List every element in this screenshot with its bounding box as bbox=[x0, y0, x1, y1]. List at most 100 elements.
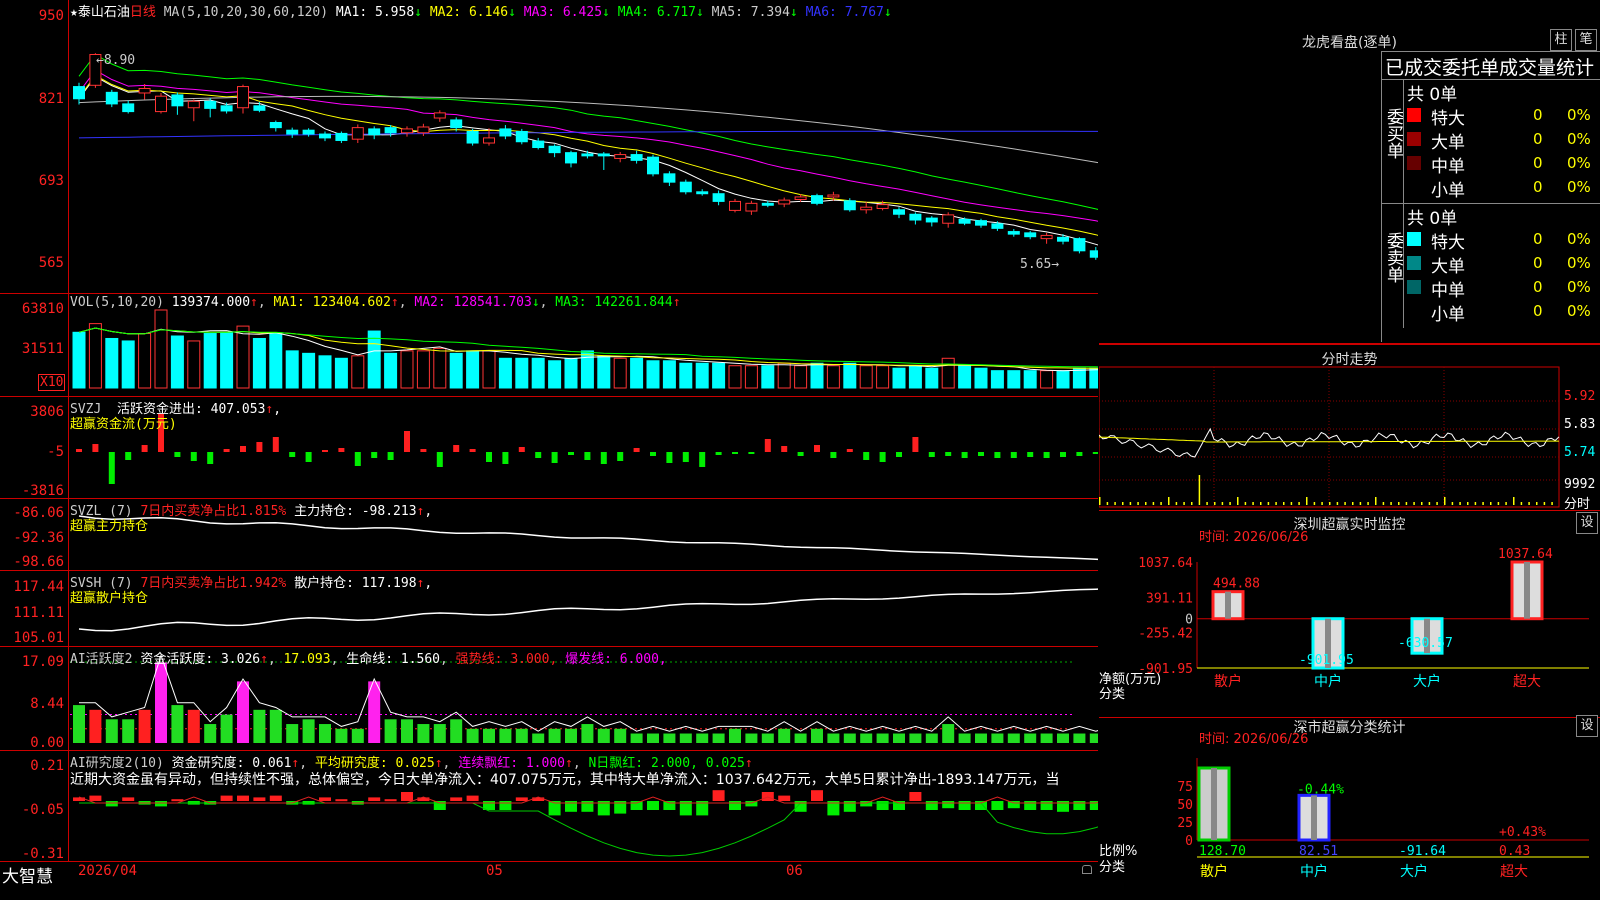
intraday-volume-bar bbox=[1520, 502, 1523, 505]
sz-monitor-panel[interactable]: 深圳超赢实时监控 设 时间: 2026/06/26 1037.64 391.11 0… bbox=[1099, 510, 1600, 718]
lhkp-panel[interactable]: 龙虎看盘(逐单) 柱 笔 已成交委托单成交量统计 委买单 共 0单 特大 0 0% 大… bbox=[1099, 0, 1600, 344]
volume-bar bbox=[613, 357, 627, 389]
intraday-volume-bar bbox=[1198, 475, 1201, 505]
research-bar bbox=[220, 795, 233, 801]
fund-flow-bar bbox=[289, 452, 296, 457]
candle bbox=[433, 112, 446, 119]
kline-pane[interactable]: 950 821 693 565 ★泰山石油日线 MA(5,10,20,30,60… bbox=[0, 0, 1098, 294]
kline-header: ★泰山石油日线 MA(5,10,20,30,60,120) MA1: 5.958… bbox=[70, 1, 892, 20]
fund-flow-bar bbox=[125, 452, 132, 460]
ma5-arrow: ↓ bbox=[789, 5, 806, 20]
volume-bar bbox=[482, 350, 496, 389]
volume-bar bbox=[1089, 367, 1098, 389]
activity-bar bbox=[548, 728, 561, 743]
candle bbox=[204, 100, 217, 109]
volume-bar bbox=[416, 350, 430, 389]
intraday-panel[interactable]: 分时走势 5.92 5.83 5.74 9992 分时 bbox=[1099, 344, 1600, 512]
intraday-volume-bar bbox=[1444, 497, 1446, 505]
ai-research-comment: 近期大资金虽有异动，但持续性不强，总体偏空，今日大单净流入：407.075万元，… bbox=[70, 772, 1060, 788]
activity-bar bbox=[138, 709, 151, 743]
sz-class-chart: 75 50 25 0 -0.44% +0.43% 128.70 散户 82.51 中户 -91.64… bbox=[1177, 758, 1589, 880]
svzj-pane[interactable]: 3806 -5 -3816 SVZJ 活跃资金进出: 407.053↑, 超赢资… bbox=[0, 397, 1098, 499]
ma6-line bbox=[78, 130, 1098, 139]
activity-bar bbox=[696, 733, 709, 743]
intraday-volume-bar bbox=[1344, 502, 1346, 505]
fund-flow-bar bbox=[633, 448, 640, 452]
date-jun: 06 bbox=[786, 863, 803, 879]
buy-total: 共 0单 bbox=[1407, 85, 1458, 105]
research-bar bbox=[909, 792, 922, 801]
fund-flow-bar bbox=[551, 452, 558, 463]
candle bbox=[351, 127, 364, 140]
buy-row-swatch bbox=[1407, 132, 1421, 146]
activity-bar bbox=[925, 733, 938, 743]
candle bbox=[811, 195, 823, 204]
candle bbox=[1007, 231, 1020, 235]
intraday-volume-bar bbox=[1306, 497, 1308, 505]
research-bar bbox=[876, 801, 889, 810]
y-tick: 75 bbox=[1177, 780, 1193, 795]
intraday-volume-bar bbox=[1145, 502, 1147, 505]
fund-flow-bar bbox=[1076, 452, 1083, 456]
candle bbox=[237, 86, 249, 109]
intraday-volume-bar bbox=[1359, 502, 1362, 505]
activity-bar bbox=[1040, 733, 1053, 743]
tick-view-button[interactable]: 笔 bbox=[1575, 29, 1597, 51]
volume-pane[interactable]: 63810 31511 X10 VOL(5,10,20) 139374.000↑… bbox=[0, 294, 1098, 397]
intraday-volume-bar bbox=[1543, 502, 1546, 505]
buy-row-count: 0 bbox=[1533, 178, 1543, 196]
intraday-volume-bar bbox=[1428, 502, 1431, 505]
ai-research-pane[interactable]: 0.21 -0.05 -0.31 AI研究度2(10) 资金研究度: 0.061… bbox=[0, 751, 1098, 862]
research-bar bbox=[991, 801, 1004, 810]
sell-row-swatch bbox=[1407, 280, 1421, 294]
column-view-button[interactable]: 柱 bbox=[1550, 29, 1572, 51]
activity-bar bbox=[942, 724, 955, 743]
research-bar bbox=[1007, 801, 1020, 809]
intraday-volume-bar bbox=[1260, 502, 1262, 505]
volume-bar bbox=[351, 355, 365, 389]
fund-flow-bar bbox=[354, 452, 361, 466]
category-label: 超大 bbox=[1513, 674, 1541, 690]
intraday-volume-bar bbox=[1114, 502, 1116, 505]
activity-bar bbox=[975, 733, 987, 743]
sell-total: 共 0单 bbox=[1407, 209, 1458, 229]
category-label: 超大 bbox=[1500, 864, 1528, 880]
period-label[interactable]: 日线 bbox=[130, 5, 156, 20]
activity-bar bbox=[1007, 733, 1020, 743]
research-bar bbox=[729, 801, 741, 810]
volume-bar bbox=[990, 370, 1004, 389]
date-apr: 2026/04 bbox=[78, 863, 138, 879]
volume-bar bbox=[367, 330, 381, 389]
research-bar bbox=[778, 795, 791, 801]
research-bar bbox=[319, 797, 331, 801]
buy-row-percent: 0% bbox=[1567, 154, 1591, 172]
volume-bar bbox=[1072, 367, 1086, 389]
candle bbox=[581, 153, 594, 157]
research-bar bbox=[335, 799, 348, 802]
lock-icon[interactable] bbox=[1082, 865, 1092, 874]
sz-monitor-xlabel: 分类 bbox=[1099, 687, 1126, 702]
ai-activity-pane[interactable]: 17.09 8.44 0.00 AI活跃度2 资金活跃度: 3.026↑, 17… bbox=[0, 647, 1098, 751]
svsh-pane[interactable]: 117.44 111.11 105.01 SVSH (7) 7日内买卖净占比1.… bbox=[0, 571, 1098, 647]
candle bbox=[187, 100, 200, 109]
volume-bar bbox=[941, 357, 955, 389]
high-price-label: ←8.90 bbox=[96, 53, 136, 68]
value-label: -91.64 bbox=[1399, 844, 1446, 859]
candle bbox=[466, 130, 479, 144]
stock-name[interactable]: 泰山石油 bbox=[78, 5, 130, 20]
sell-block: 委卖单 共 0单 特大 0 0% 大单 0 0% 中单 0 0% 小单 0 0% bbox=[1381, 203, 1600, 328]
sz-class-panel[interactable]: 深市超赢分类统计 设 时间: 2026/06/26 75 50 25 0 -0.44% +… bbox=[1099, 715, 1600, 900]
volume-bar bbox=[859, 365, 873, 389]
activity-bar bbox=[761, 733, 774, 743]
activity-bar bbox=[466, 728, 479, 743]
candle bbox=[729, 200, 741, 211]
ma2-value: MA2: 6.146 bbox=[429, 5, 509, 20]
volume-bar bbox=[712, 362, 726, 389]
activity-bar bbox=[237, 681, 249, 743]
ma3-line bbox=[78, 69, 1098, 222]
svzl-pane[interactable]: -86.06 -92.36 -98.66 SVZL (7) 7日内买卖净占比1.… bbox=[0, 499, 1098, 571]
sell-row-swatch bbox=[1407, 256, 1421, 270]
candle bbox=[1089, 250, 1098, 258]
intraday-volume-bar bbox=[1175, 502, 1178, 505]
candle bbox=[1057, 236, 1069, 242]
